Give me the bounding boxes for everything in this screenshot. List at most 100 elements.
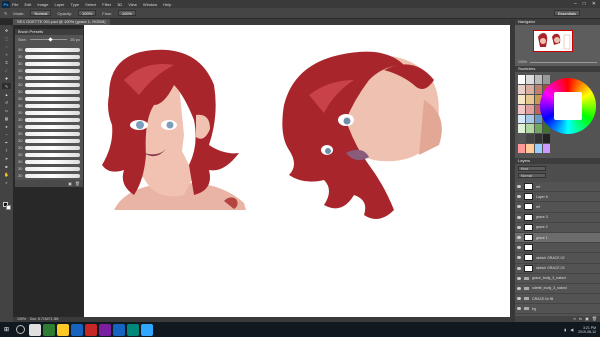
opacity-field[interactable]: 100% bbox=[78, 10, 97, 16]
brush-tool-icon[interactable]: ✎ bbox=[4, 11, 7, 16]
navigator-zoom-value[interactable]: 100% bbox=[518, 60, 527, 64]
brush-tool-icon[interactable]: ✎ bbox=[2, 83, 11, 89]
color-swatch[interactable] bbox=[542, 75, 550, 84]
color-swatch[interactable] bbox=[518, 94, 526, 104]
layer-row[interactable]: sketch GRACE 03 bbox=[515, 264, 600, 274]
color-swatch[interactable] bbox=[534, 144, 542, 153]
stamp-tool-icon[interactable]: ▲ bbox=[2, 91, 11, 97]
brush-preset-row[interactable]: 30 bbox=[18, 88, 80, 95]
taskbar-app-icon[interactable] bbox=[43, 323, 55, 336]
workspace-select[interactable]: Essentials bbox=[553, 10, 580, 16]
marquee-tool-icon[interactable]: ⬚ bbox=[2, 35, 11, 41]
layer-row[interactable] bbox=[515, 243, 600, 254]
taskbar-app-icon[interactable] bbox=[29, 323, 41, 336]
layer-name[interactable]: Layer 6 bbox=[536, 195, 548, 199]
brush-preset-row[interactable]: 30 bbox=[18, 116, 80, 123]
brush-preset-row[interactable]: 30 bbox=[18, 67, 80, 74]
menu-type[interactable]: Type bbox=[71, 2, 80, 7]
menu-select[interactable]: Select bbox=[85, 2, 96, 7]
minimize-button[interactable]: – bbox=[574, 1, 577, 7]
layer-row[interactable]: grace 1 bbox=[515, 232, 600, 244]
brush-preset-row[interactable]: 30 bbox=[18, 109, 80, 116]
menu-3d[interactable]: 3D bbox=[117, 2, 122, 7]
brush-preset-row[interactable]: 30 bbox=[18, 53, 80, 60]
brush-preset-row[interactable]: 30 bbox=[18, 158, 80, 165]
color-swatch[interactable] bbox=[534, 134, 542, 144]
layer-filter-kind[interactable]: Kind bbox=[518, 166, 546, 171]
dodge-tool-icon[interactable]: ◔ bbox=[2, 131, 11, 137]
layer-row[interactable]: ref bbox=[515, 202, 600, 213]
layer-row[interactable]: Layer 6 bbox=[515, 192, 600, 203]
visibility-eye-icon[interactable] bbox=[517, 225, 521, 229]
move-tool-icon[interactable]: ✥ bbox=[2, 27, 11, 33]
healing-tool-icon[interactable]: ✚ bbox=[2, 75, 11, 81]
visibility-eye-icon[interactable] bbox=[517, 215, 521, 219]
visibility-eye-icon[interactable] bbox=[517, 205, 521, 209]
color-swatch[interactable] bbox=[518, 124, 526, 134]
status-zoom[interactable]: 100% bbox=[17, 317, 26, 321]
color-swatch[interactable] bbox=[526, 104, 534, 114]
brush-preset-row[interactable]: 30 bbox=[18, 95, 80, 102]
layer-name[interactable]: grace 2 bbox=[536, 225, 548, 229]
flow-field[interactable]: 100% bbox=[117, 10, 137, 16]
brush-preset-row[interactable]: 30 bbox=[18, 123, 80, 130]
type-tool-icon[interactable]: T bbox=[2, 147, 11, 153]
color-swatch[interactable] bbox=[526, 94, 534, 104]
hand-tool-icon[interactable]: ✋ bbox=[2, 171, 11, 177]
network-icon[interactable]: ▮ bbox=[564, 328, 566, 332]
visibility-eye-icon[interactable] bbox=[517, 256, 521, 260]
brush-size-value[interactable]: 25 px bbox=[70, 37, 80, 42]
eyedropper-tool-icon[interactable]: ⁄ bbox=[2, 67, 11, 73]
clock[interactable]: 3:21 PM 2019-08-12 bbox=[578, 326, 596, 334]
visibility-eye-icon[interactable] bbox=[517, 266, 521, 270]
volume-icon[interactable]: ◀) bbox=[570, 328, 574, 332]
color-swatch[interactable] bbox=[518, 144, 526, 153]
new-preset-icon[interactable]: ▣ bbox=[68, 181, 72, 186]
lasso-tool-icon[interactable]: ◌ bbox=[2, 43, 11, 49]
layer-name[interactable]: ref bbox=[536, 185, 540, 189]
visibility-eye-icon[interactable] bbox=[517, 307, 521, 311]
layer-name[interactable]: grace 1 bbox=[536, 236, 548, 240]
color-swatch[interactable] bbox=[526, 134, 534, 144]
canvas[interactable] bbox=[84, 25, 510, 317]
layer-row[interactable]: sketch GRACE 02 bbox=[515, 253, 600, 264]
pen-tool-icon[interactable]: ✒ bbox=[2, 139, 11, 145]
layer-name[interactable]: grace 3 bbox=[536, 215, 548, 219]
brush-preset-row[interactable]: 30 bbox=[18, 81, 80, 88]
layer-name[interactable]: ref bbox=[536, 205, 540, 209]
layer-group-row[interactable]: grace_body_3_naked bbox=[515, 274, 600, 284]
menu-file[interactable]: File bbox=[12, 2, 18, 7]
visibility-eye-icon[interactable] bbox=[517, 286, 521, 290]
layer-group-row[interactable]: GRACE lin fill bbox=[515, 294, 600, 305]
layer-blend-mode[interactable]: Normal bbox=[518, 173, 546, 178]
brush-size-slider-knob[interactable] bbox=[47, 37, 53, 42]
color-swatch[interactable] bbox=[534, 124, 542, 134]
navigator-thumbnail[interactable] bbox=[533, 30, 573, 52]
brush-preset-row[interactable]: 30 bbox=[18, 74, 80, 81]
layer-group-row[interactable]: odette_body_3_naked bbox=[515, 284, 600, 295]
visibility-eye-icon[interactable] bbox=[517, 276, 521, 280]
brush-preset-row[interactable]: 30 bbox=[18, 60, 80, 67]
start-button[interactable]: ⊞ bbox=[0, 322, 13, 337]
visibility-eye-icon[interactable] bbox=[517, 236, 521, 240]
color-swatch[interactable] bbox=[542, 134, 550, 144]
layer-row[interactable]: grace 2 bbox=[515, 223, 600, 233]
color-swatch[interactable] bbox=[526, 124, 534, 134]
trash-icon[interactable]: 🗑 bbox=[75, 181, 80, 186]
taskbar-app-icon[interactable] bbox=[85, 323, 97, 336]
menu-filter[interactable]: Filter bbox=[102, 2, 111, 7]
brush-preset-row[interactable]: 30 bbox=[18, 102, 80, 109]
maximize-button[interactable]: □ bbox=[583, 1, 586, 7]
brush-preset-row[interactable]: 30 bbox=[18, 172, 80, 179]
layer-name[interactable]: grace_body_3_naked bbox=[532, 276, 566, 280]
eraser-tool-icon[interactable]: ▭ bbox=[2, 107, 11, 113]
taskbar-app-icon[interactable] bbox=[57, 323, 69, 336]
crop-tool-icon[interactable]: ⌗ bbox=[2, 59, 11, 65]
brush-preset-row[interactable]: 30 bbox=[18, 151, 80, 158]
color-swatch[interactable] bbox=[534, 84, 542, 94]
layer-name[interactable]: GRACE lin fill bbox=[532, 297, 553, 301]
mode-select[interactable]: Normal bbox=[30, 10, 52, 16]
navigator-zoom-slider[interactable] bbox=[529, 61, 597, 63]
layer-name[interactable]: odette_body_3_naked bbox=[532, 286, 567, 290]
blur-tool-icon[interactable]: ● bbox=[2, 123, 11, 129]
